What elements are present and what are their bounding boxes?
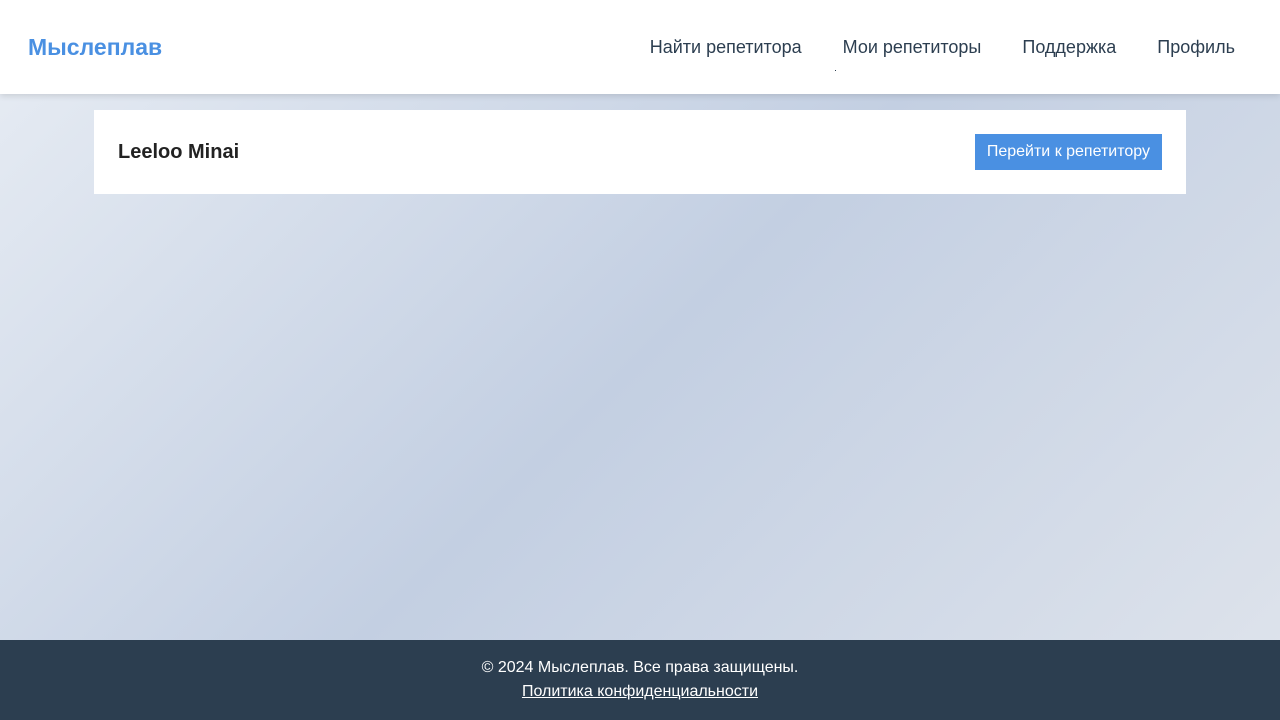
go-to-tutor-button[interactable]: Перейти к репетитору <box>974 134 1162 170</box>
nav-item-profile[interactable]: Профиль <box>1157 36 1235 58</box>
site-footer: © 2024 Мыслеплав. Все права защищены. По… <box>0 640 1280 720</box>
nav-item-support[interactable]: Поддержка <box>1022 36 1116 58</box>
tutor-name: Leeloo Minai <box>118 141 240 163</box>
privacy-policy-link[interactable]: Политика конфиденциальности <box>522 681 758 703</box>
copyright-text: © 2024 Мыслеплав. Все права защищены. <box>481 659 799 676</box>
main-nav: Найти репетитора Мои репетиторы Поддержк… <box>650 36 1235 71</box>
site-header: Мыслеплав Найти репетитора Мои репетитор… <box>0 0 1280 94</box>
tutor-card: Leeloo Minai Перейти к репетитору <box>94 110 1186 194</box>
site-logo[interactable]: Мыслеплав <box>28 33 162 61</box>
nav-item-find-tutor[interactable]: Найти репетитора <box>650 36 802 58</box>
nav-item-my-tutors[interactable]: Мои репетиторы <box>834 36 981 71</box>
